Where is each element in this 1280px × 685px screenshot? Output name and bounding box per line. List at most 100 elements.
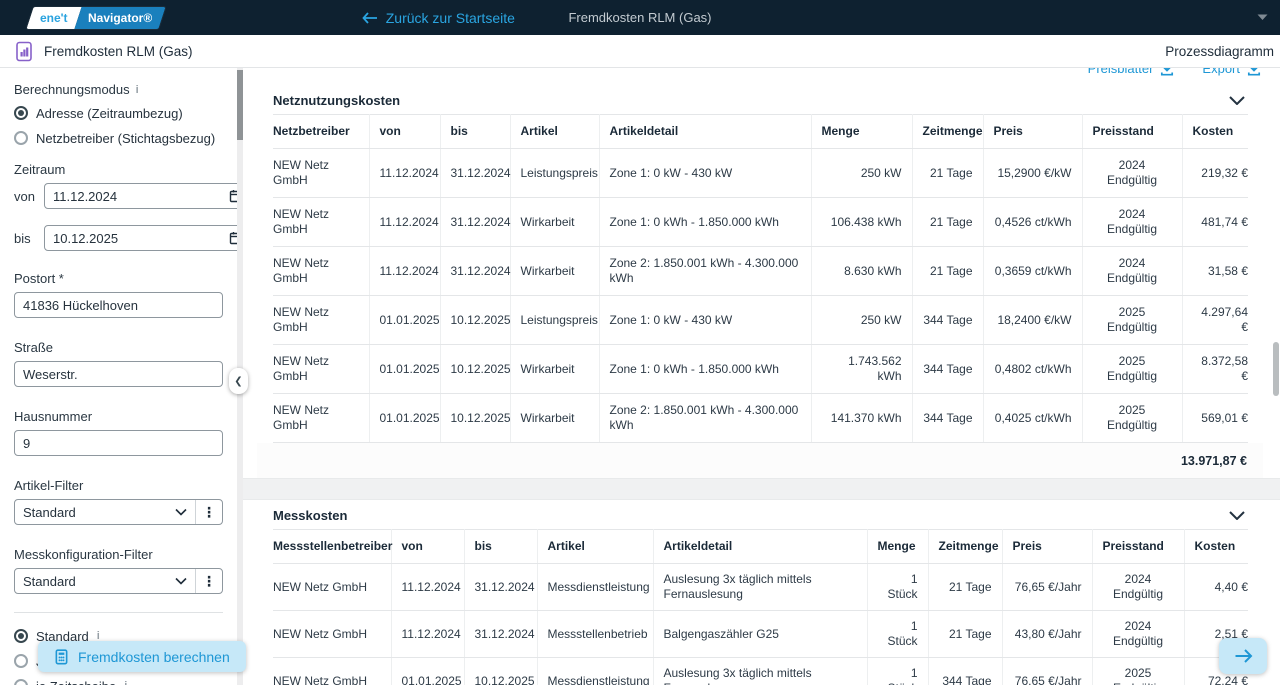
table-cell: NEW Netz GmbH bbox=[273, 564, 391, 611]
column-header: Zeitmenge bbox=[912, 115, 983, 149]
main-scrollbar-thumb[interactable] bbox=[1273, 342, 1279, 396]
page-header: Fremdkosten RLM (Gas) Prozessdiagramm bbox=[0, 35, 1280, 68]
logo-navigator: Navigator® bbox=[74, 7, 165, 29]
messkosten-header: Messkosten bbox=[257, 500, 1263, 529]
von-date-value[interactable] bbox=[53, 189, 229, 204]
column-header: Preisstand bbox=[1082, 115, 1182, 149]
back-to-start-link[interactable]: Zurück zur Startseite bbox=[362, 10, 515, 26]
von-label: von bbox=[14, 189, 36, 204]
table-cell: 2024 Endgültig bbox=[1082, 198, 1182, 247]
postort-value[interactable] bbox=[23, 298, 214, 313]
table-row: NEW Netz GmbH01.01.202510.12.2025Messdie… bbox=[273, 658, 1248, 685]
sidebar-collapse-handle[interactable]: ❮ bbox=[229, 368, 248, 394]
strasse-input[interactable] bbox=[14, 361, 223, 387]
radio-icon[interactable] bbox=[14, 106, 28, 120]
table-cell: 11.12.2024 bbox=[391, 564, 464, 611]
column-header: Artikeldetail bbox=[653, 530, 867, 564]
radio-option[interactable]: je Zeitscheibei bbox=[14, 676, 223, 685]
preisblaetter-link[interactable]: Preisblätter bbox=[1088, 68, 1175, 76]
table-cell: 10.12.2025 bbox=[464, 658, 537, 685]
radio-label: Adresse (Zeitraumbezug) bbox=[36, 106, 183, 121]
radio-icon[interactable] bbox=[14, 629, 28, 643]
radio-option[interactable]: Adresse (Zeitraumbezug) bbox=[14, 103, 223, 123]
table-cell: Balgengaszähler G25 bbox=[653, 611, 867, 658]
table-cell: 31.12.2024 bbox=[440, 198, 510, 247]
berechnungsmodus-radio-group: Adresse (Zeitraumbezug) Netzbetreiber (St… bbox=[14, 103, 223, 148]
postort-input[interactable] bbox=[14, 292, 223, 318]
radio-icon[interactable] bbox=[14, 654, 28, 668]
calendar-icon[interactable] bbox=[229, 231, 237, 245]
zeitraum-von-field: von bbox=[14, 183, 223, 209]
bis-date-value[interactable] bbox=[53, 231, 229, 246]
window-title: Fremdkosten RLM (Gas) bbox=[0, 10, 1280, 25]
table-cell: Zone 1: 0 kW - 430 kW bbox=[599, 296, 811, 345]
table-cell: 76,65 €/Jahr bbox=[1002, 564, 1092, 611]
collapse-chevron-icon[interactable] bbox=[1227, 94, 1247, 107]
calendar-icon[interactable] bbox=[229, 189, 237, 203]
collapse-chevron-icon[interactable] bbox=[1227, 509, 1247, 522]
top-navigation-bar: ene't Navigator® Zurück zur Startseite F… bbox=[0, 0, 1280, 35]
strasse-label: Straße bbox=[14, 340, 223, 355]
table-cell: NEW Netz GmbH bbox=[273, 658, 391, 685]
table-cell: 481,74 € bbox=[1182, 198, 1248, 247]
parameter-sidebar: Berechnungsmodusi Adresse (Zeitraumbezug… bbox=[0, 68, 237, 685]
table-cell: 76,65 €/Jahr bbox=[1002, 658, 1092, 685]
table-cell: 31.12.2024 bbox=[440, 149, 510, 198]
messkonfiguration-filter-label: Messkonfiguration-Filter bbox=[14, 547, 223, 562]
fremdkosten-berechnen-button[interactable]: Fremdkosten berechnen bbox=[38, 641, 246, 672]
table-cell: NEW Netz GmbH bbox=[273, 611, 391, 658]
export-link[interactable]: Export bbox=[1202, 68, 1261, 76]
column-header: Preis bbox=[983, 115, 1082, 149]
table-row: NEW Netz GmbH11.12.202431.12.2024Wirkarb… bbox=[273, 198, 1248, 247]
table-cell: 106.438 kWh bbox=[811, 198, 912, 247]
kebab-menu-icon[interactable]: ⋮ bbox=[196, 573, 222, 590]
table-cell: 2025 Endgültig bbox=[1082, 345, 1182, 394]
table-cell: NEW Netz GmbH bbox=[273, 149, 369, 198]
calculator-icon bbox=[54, 649, 69, 665]
next-arrow-button[interactable] bbox=[1219, 638, 1267, 674]
chevron-down-icon[interactable] bbox=[1257, 14, 1268, 21]
scrollbar-thumb[interactable] bbox=[237, 70, 243, 140]
bis-label: bis bbox=[14, 231, 36, 246]
column-header: Artikeldetail bbox=[599, 115, 811, 149]
prozessdiagramm-link[interactable]: Prozessdiagramm bbox=[1165, 44, 1274, 59]
artikel-filter-select[interactable]: Standard ⋮ bbox=[14, 499, 223, 525]
messkonfiguration-filter-select[interactable]: Standard ⋮ bbox=[14, 568, 223, 594]
table-cell: 31.12.2024 bbox=[440, 247, 510, 296]
zeitraum-label: Zeitraum bbox=[14, 162, 223, 177]
info-icon: i bbox=[136, 84, 139, 96]
radio-option[interactable]: Netzbetreiber (Stichtagsbezug) bbox=[14, 128, 223, 148]
table-cell: 0,3659 ct/kWh bbox=[983, 247, 1082, 296]
table-cell: 1 Stück bbox=[867, 564, 928, 611]
table-cell: 344 Tage bbox=[912, 394, 983, 443]
table-cell: 344 Tage bbox=[912, 345, 983, 394]
table-cell: Leistungspreis bbox=[510, 149, 599, 198]
table-row: NEW Netz GmbH11.12.202431.12.2024Wirkarb… bbox=[273, 247, 1248, 296]
table-cell: 2024 Endgültig bbox=[1092, 564, 1184, 611]
chevron-down-icon[interactable] bbox=[167, 577, 195, 585]
enet-navigator-logo: ene't Navigator® bbox=[26, 7, 165, 29]
von-date-input[interactable] bbox=[44, 183, 237, 209]
radio-icon[interactable] bbox=[14, 131, 28, 145]
table-cell: Wirkarbeit bbox=[510, 247, 599, 296]
table-cell: 219,32 € bbox=[1182, 149, 1248, 198]
table-cell: 01.01.2025 bbox=[369, 394, 440, 443]
table-cell: 21 Tage bbox=[912, 247, 983, 296]
messkosten-panel: Messkosten MessstellenbetreibervonbisArt… bbox=[257, 500, 1263, 685]
bis-date-input[interactable] bbox=[44, 225, 237, 251]
radio-icon[interactable] bbox=[14, 679, 28, 685]
hausnummer-value[interactable] bbox=[23, 436, 214, 451]
chevron-down-icon[interactable] bbox=[167, 508, 195, 516]
table-cell: Wirkarbeit bbox=[510, 198, 599, 247]
download-icon bbox=[1160, 68, 1174, 76]
table-cell: 0,4526 ct/kWh bbox=[983, 198, 1082, 247]
strasse-value[interactable] bbox=[23, 367, 214, 382]
table-cell: Messstellenbetrieb bbox=[537, 611, 653, 658]
hausnummer-label: Hausnummer bbox=[14, 409, 223, 424]
table-cell: 4,40 € bbox=[1184, 564, 1248, 611]
page-title: Fremdkosten RLM (Gas) bbox=[44, 44, 193, 59]
info-icon: i bbox=[124, 680, 127, 685]
hausnummer-input[interactable] bbox=[14, 430, 223, 456]
kebab-menu-icon[interactable]: ⋮ bbox=[196, 504, 222, 521]
table-cell: 21 Tage bbox=[928, 611, 1002, 658]
